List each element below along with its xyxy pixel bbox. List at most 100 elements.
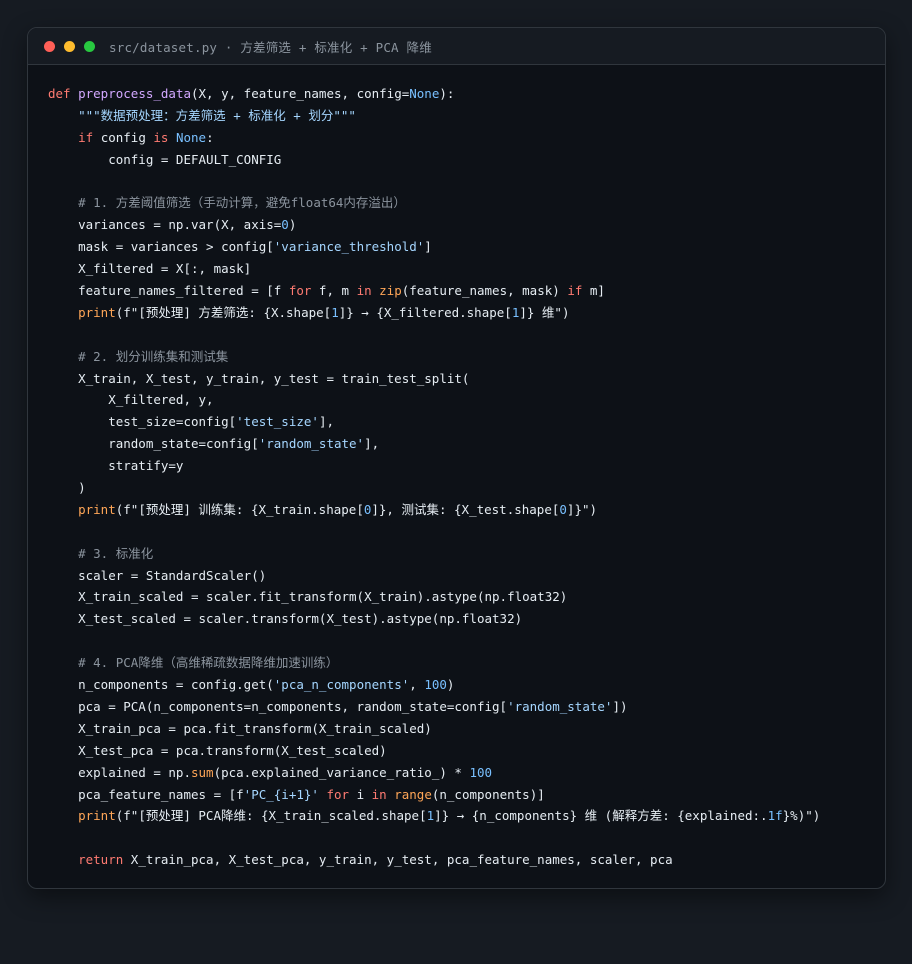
code-token: , <box>409 677 425 693</box>
code-token: X_train_scaled = scaler.fit_transform(X_… <box>48 589 568 605</box>
code-line: mask = variances > config['variance_thre… <box>48 236 820 258</box>
code-token: X_train_pca = pca.fit_transform(X_train_… <box>48 720 432 736</box>
code-line: # 4. PCA降维（高维稀疏数据降维加速训练） <box>48 652 820 674</box>
code-token: """数据预处理：方差筛选 + 标准化 + 划分""" <box>78 107 356 123</box>
code-token: ): <box>439 86 455 101</box>
code-token: if <box>567 283 583 299</box>
code-token: ]} 维") <box>519 304 570 320</box>
code-block[interactable]: def preprocess_data(X, y, feature_names,… <box>48 83 820 871</box>
code-line: feature_names_filtered = [f for f, m in … <box>48 280 820 302</box>
code-token: zip <box>379 283 402 299</box>
code-token: }%)") <box>782 808 821 824</box>
code-token: X_filtered, y, <box>48 392 214 408</box>
code-token: sum <box>191 764 214 780</box>
code-line: X_test_pca = pca.transform(X_test_scaled… <box>48 740 820 762</box>
code-line: X_filtered = X[:, mask] <box>48 258 820 280</box>
code-token: (feature_names, mask) <box>401 283 568 299</box>
code-token: ) <box>48 480 86 496</box>
code-token: 'random_state' <box>507 698 613 714</box>
code-token: (f"[预处理] 方差筛选: {X.shape[ <box>115 304 332 320</box>
code-token: range <box>394 786 432 802</box>
code-token: i <box>349 786 372 802</box>
code-line: variances = np.var(X, axis=0) <box>48 214 820 236</box>
code-line: n_components = config.get('pca_n_compone… <box>48 674 820 696</box>
code-token: return <box>78 852 124 868</box>
code-token: 'random_state' <box>258 436 365 452</box>
code-token: print <box>78 501 116 517</box>
code-token: # 3. 标准化 <box>78 545 154 561</box>
code-token: 0 <box>559 501 567 517</box>
code-token: 100 <box>469 764 493 780</box>
code-token: X_train_pca, X_test_pca, y_train, y_test… <box>123 852 673 868</box>
code-line: """数据预处理：方差筛选 + 标准化 + 划分""" <box>48 105 820 127</box>
code-line: stratify=y <box>48 455 820 477</box>
code-token: # 4. PCA降维（高维稀疏数据降维加速训练） <box>78 655 339 671</box>
code-token: (pca.explained_variance_ratio_) * <box>213 764 470 780</box>
code-line: X_test_scaled = scaler.transform(X_test)… <box>48 608 820 630</box>
code-line: pca = PCA(n_components=n_components, ran… <box>48 696 820 718</box>
code-line: test_size=config['test_size'], <box>48 411 820 433</box>
code-token: 1 <box>331 304 339 320</box>
code-token: ]}, 测试集: {X_test.shape[ <box>371 501 560 517</box>
code-token: 1 <box>426 808 435 824</box>
code-line: def preprocess_data(X, y, feature_names,… <box>48 83 820 105</box>
code-token: config = DEFAULT_CONFIG <box>48 151 282 167</box>
code-line: scaler = StandardScaler() <box>48 565 820 587</box>
code-token: m] <box>582 283 605 299</box>
code-token: for <box>326 786 350 802</box>
code-token: print <box>78 808 116 824</box>
code-token: stratify=y <box>48 458 184 474</box>
code-token: 1f <box>767 808 783 824</box>
code-line: print(f"[预处理] 训练集: {X_train.shape[ 0]}, 测… <box>48 499 820 521</box>
code-token: None <box>175 129 207 145</box>
code-token: f, m <box>311 283 357 299</box>
window-titlebar: src/dataset.py · 方差筛选 + 标准化 + PCA 降维 <box>28 28 885 65</box>
code-token: (f"[预处理] 训练集: {X_train.shape[ <box>115 501 364 517</box>
code-token: random_state=config[ <box>48 436 259 452</box>
minimize-dot-icon[interactable] <box>64 40 75 52</box>
code-token: : <box>206 129 214 145</box>
code-line: return X_train_pca, X_test_pca, y_train,… <box>48 849 820 871</box>
code-token: ]) <box>612 698 628 714</box>
code-token: ]}") <box>566 501 598 517</box>
code-token: X_filtered = X[:, mask] <box>48 261 252 277</box>
code-token: in <box>371 786 387 802</box>
code-line: pca_feature_names = [f'PC_{i+1}' for i i… <box>48 784 820 806</box>
close-dot-icon[interactable] <box>44 40 55 52</box>
code-line: explained = np.sum(pca.explained_varianc… <box>48 762 820 784</box>
code-token: pca_feature_names = [f <box>48 786 244 802</box>
code-token: ] <box>424 239 432 255</box>
code-token: test_size=config[ <box>48 414 237 430</box>
code-token: 'pca_n_components' <box>273 677 410 693</box>
code-token: mask = variances > config[ <box>48 239 274 255</box>
code-token: 100 <box>424 677 447 693</box>
maximize-dot-icon[interactable] <box>84 40 95 52</box>
code-token: X_train, X_test, y_train, y_test = train… <box>48 370 470 386</box>
code-token: for <box>288 283 312 299</box>
code-line: random_state=config['random_state'], <box>48 433 820 455</box>
code-line: # 3. 标准化 <box>48 543 820 565</box>
code-token: def <box>48 86 79 101</box>
code-line: X_filtered, y, <box>48 389 820 411</box>
code-token: if <box>78 129 94 145</box>
code-line: X_train_pca = pca.fit_transform(X_train_… <box>48 718 820 740</box>
code-line: config = DEFAULT_CONFIG <box>48 149 820 171</box>
code-token: X_test_scaled = scaler.transform(X_test)… <box>48 611 523 627</box>
code-token: (X, y, feature_names, config= <box>191 86 410 101</box>
code-token: config <box>93 129 154 145</box>
code-token: 'variance_threshold' <box>273 239 425 255</box>
code-token: # 2. 划分训练集和测试集 <box>78 348 229 364</box>
